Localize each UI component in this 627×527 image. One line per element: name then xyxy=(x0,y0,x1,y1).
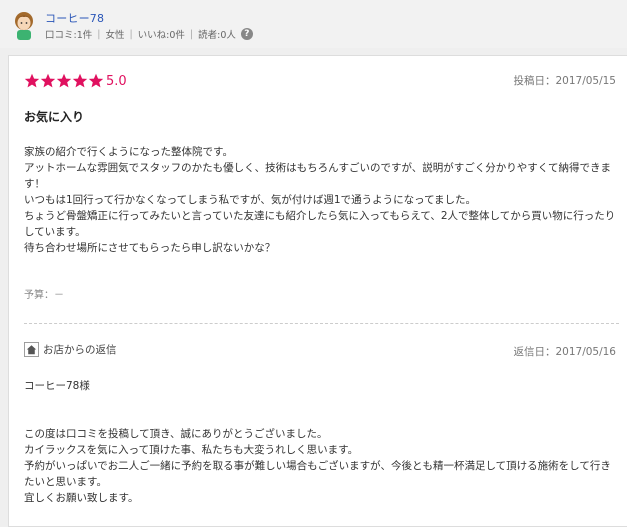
review-line: アットホームな雰囲気でスタッフのかたも優しく、技術はもちろんすごいのですが、説明… xyxy=(24,162,611,190)
reader-count: 読者:0人 xyxy=(198,30,236,41)
rating-value: 5.0 xyxy=(106,73,127,89)
help-icon[interactable]: ? xyxy=(240,28,253,40)
divider xyxy=(24,323,619,324)
review-card: 5.0 投稿日：2017/05/15 お気に入り 家族の紹介で行くようになった整… xyxy=(8,55,627,527)
review-title: お気に入り xyxy=(24,110,85,124)
separator: | xyxy=(129,28,133,40)
reply-salutation: コーヒー78様 xyxy=(24,380,90,392)
rating: 5.0 xyxy=(24,73,127,89)
reply-date: 返信日：2017/05/16 xyxy=(513,346,616,358)
star-icon xyxy=(24,73,40,88)
reply-line: この度は口コミを投稿して頂き、誠にありがとうございました。 xyxy=(24,428,328,440)
user-header: コーヒー78 口コミ:1件 | 女性 | いいね:0件 | 読者:0人 ? xyxy=(0,0,627,48)
user-meta: 口コミ:1件 | 女性 | いいね:0件 | 読者:0人 ? xyxy=(45,27,253,41)
star-icon xyxy=(56,73,72,88)
reply-label: お店からの返信 xyxy=(43,344,117,356)
review-body: 家族の紹介で行くようになった整体院です。 アットホームな雰囲気でスタッフのかたも… xyxy=(24,144,619,256)
reply-body: コーヒー78様 この度は口コミを投稿して頂き、誠にありがとうございました。 カイ… xyxy=(24,378,619,506)
review-line: ちょうど骨盤矯正に行ってみたいと言っていた友達にも紹介したら気に入ってもらえて、… xyxy=(24,210,616,238)
avatar[interactable] xyxy=(11,10,37,40)
separator: | xyxy=(189,28,194,40)
review-count: 口コミ:1件 xyxy=(45,30,93,41)
reply-line: 予約がいっぱいでお二人ご一緒に予約を取る事が難しい場合もございますが、今後とも精… xyxy=(24,460,611,488)
reply-line: カイラックスを気に入って頂けた事、私たちも大変うれしく思います。 xyxy=(24,444,359,456)
separator: | xyxy=(97,28,101,40)
budget: 予算：－ xyxy=(24,290,64,301)
star-icon xyxy=(88,73,104,88)
review-line: いつもは1回行って行かなくなってしまう私ですが、気が付けば週1で通うようになって… xyxy=(24,194,477,206)
gender: 女性 xyxy=(105,30,125,41)
post-date: 投稿日：2017/05/15 xyxy=(513,75,616,87)
reply-line: 宜しくお願い致します。 xyxy=(24,492,139,504)
user-name-link[interactable]: コーヒー78 xyxy=(45,10,104,26)
like-count: いいね:0件 xyxy=(137,30,185,41)
star-icon xyxy=(72,73,88,88)
review-line: 家族の紹介で行くようになった整体院です。 xyxy=(24,146,233,158)
reply-header: お店からの返信 xyxy=(24,342,117,357)
review-line: 待ち合わせ場所にさせてもらったら申し訳ないかな？ xyxy=(24,242,276,254)
star-icon xyxy=(40,73,56,88)
home-icon xyxy=(24,342,39,357)
